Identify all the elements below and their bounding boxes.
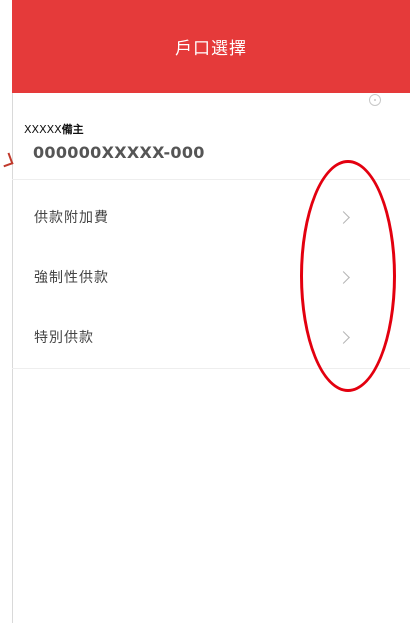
owner-prefix: XXXXX	[24, 123, 62, 136]
page-title: 戶口選擇	[175, 39, 247, 59]
header-bar: 戶口選擇	[12, 0, 410, 93]
chevron-right-icon	[337, 270, 350, 284]
account-owner-label: XXXXX備主	[24, 121, 84, 137]
chevron-right-icon	[337, 330, 350, 344]
info-circle-icon[interactable]	[369, 94, 381, 106]
menu-item-label: 特別供款	[34, 330, 94, 346]
menu-item-label: 供款附加費	[34, 210, 109, 226]
chevron-right-icon	[337, 210, 350, 224]
menu-item-special-contribution[interactable]: 特別供款	[12, 306, 410, 368]
menu-item-mandatory-contribution[interactable]: 強制性供款	[12, 246, 410, 308]
owner-suffix: 備主	[61, 123, 84, 136]
account-number: 000000XXXXX-000	[33, 143, 205, 162]
menu-item-label: 強制性供款	[34, 270, 109, 286]
menu-item-contribution-surcharge[interactable]: 供款附加費	[12, 186, 410, 248]
divider	[12, 368, 410, 369]
divider	[12, 179, 410, 180]
